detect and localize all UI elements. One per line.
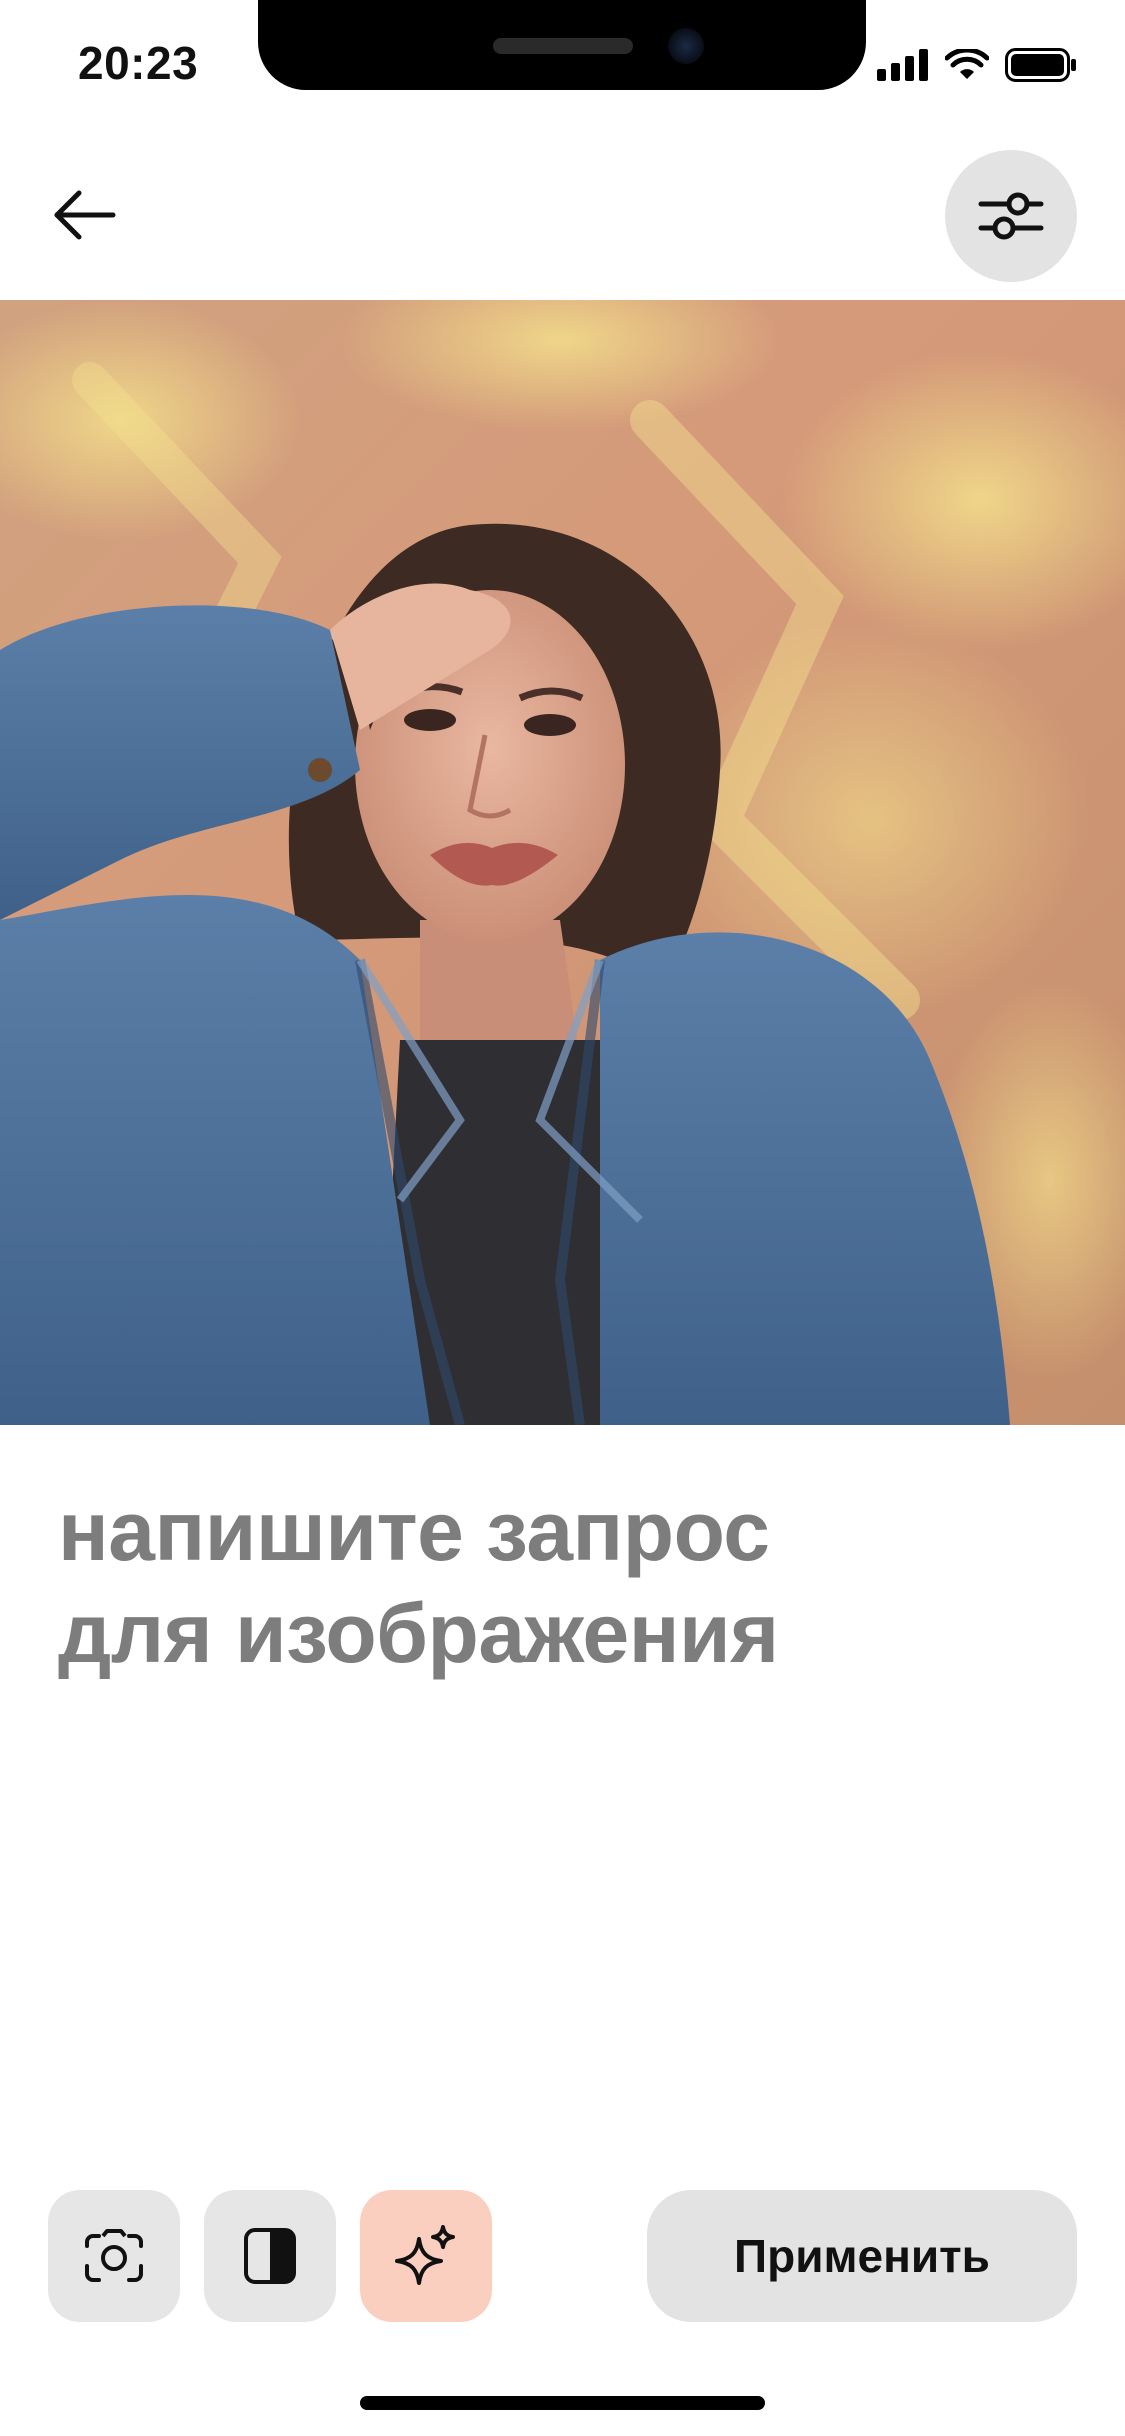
split-layout-button[interactable] <box>204 2190 336 2322</box>
ai-magic-button[interactable] <box>360 2190 492 2322</box>
prompt-input[interactable]: напишите запрос для изображения <box>58 1480 1068 1684</box>
prompt-placeholder-line-1: напишите запрос <box>58 1484 770 1578</box>
sliders-icon <box>978 192 1044 240</box>
speaker-grille <box>493 38 633 54</box>
photo-illustration <box>0 300 1125 1425</box>
split-layout-icon <box>244 2228 296 2284</box>
status-icons <box>877 48 1077 82</box>
top-bar <box>0 140 1125 290</box>
home-indicator[interactable] <box>360 2396 765 2410</box>
bottom-toolbar: Применить <box>0 2190 1125 2322</box>
portrait-photo <box>0 300 1125 1425</box>
back-button[interactable] <box>40 178 130 252</box>
battery-icon <box>1005 48 1076 82</box>
sparkle-icon <box>395 2225 455 2285</box>
settings-button[interactable] <box>945 150 1077 282</box>
device-notch <box>258 0 866 90</box>
prompt-placeholder-line-2: для изображения <box>58 1586 779 1680</box>
wifi-icon <box>945 49 989 79</box>
camera-button[interactable] <box>48 2190 180 2322</box>
cellular-signal-icon <box>877 49 928 81</box>
apply-button[interactable]: Применить <box>647 2190 1077 2322</box>
camera-icon <box>85 2229 143 2282</box>
status-bar: 20:23 <box>0 0 1125 130</box>
front-camera <box>668 28 704 64</box>
arrow-left-icon <box>54 190 116 240</box>
status-time: 20:23 <box>78 37 199 89</box>
